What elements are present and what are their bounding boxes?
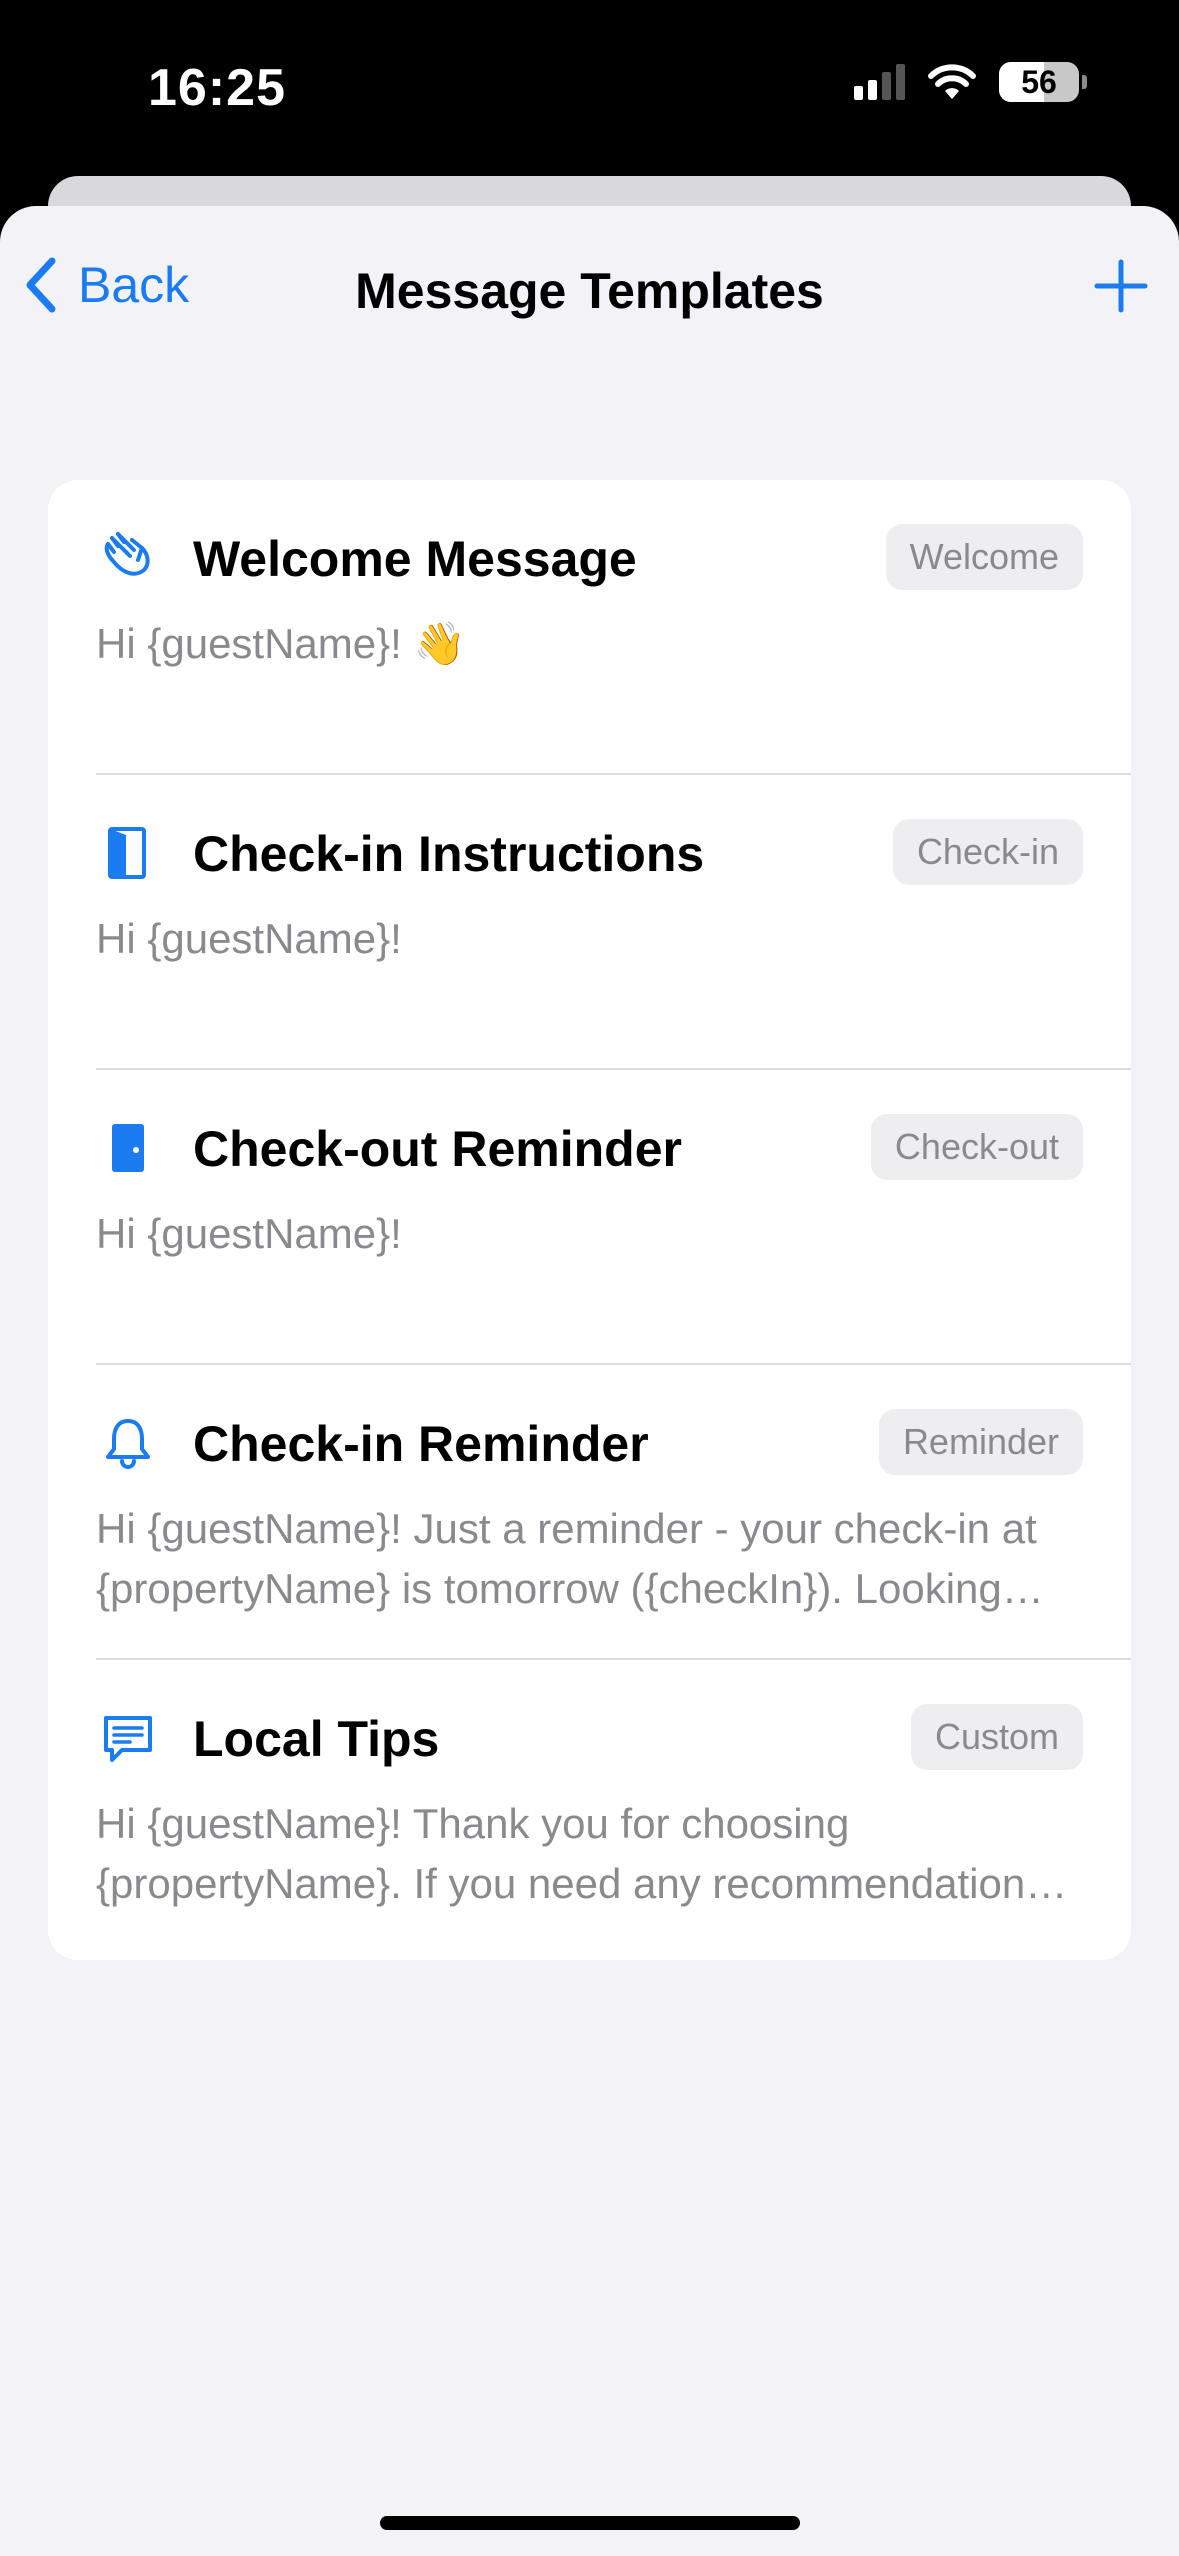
cellular-signal-icon	[854, 64, 905, 100]
message-text-icon	[104, 1716, 152, 1762]
template-title: Welcome Message	[193, 531, 637, 587]
template-row-welcome[interactable]: Welcome Message Welcome Hi {guestName}! …	[48, 480, 1131, 775]
category-badge: Check-out	[870, 1114, 1083, 1180]
template-preview: Hi {guestName}!	[96, 1210, 402, 1257]
waving-hand-icon	[104, 532, 150, 576]
template-row-check-in-reminder[interactable]: Check-in Reminder Reminder Hi {guestName…	[48, 1365, 1131, 1660]
template-preview: Hi {guestName}! 👋	[96, 620, 466, 667]
add-template-button[interactable]	[1093, 258, 1149, 314]
template-title: Local Tips	[193, 1711, 440, 1767]
wifi-icon	[928, 64, 976, 99]
template-row-check-out-reminder[interactable]: Check-out Reminder Check-out Hi {guestNa…	[48, 1070, 1131, 1365]
template-preview: Hi {guestName}! Just a reminder - your c…	[96, 1505, 1037, 1612]
template-row-check-in-instructions[interactable]: Check-in Instructions Check-in Hi {guest…	[48, 775, 1131, 1070]
message-templates-sheet: Back Message Templates Welcome Message W…	[0, 206, 1179, 2556]
status-bar: 16:25 56	[0, 0, 1179, 180]
battery-level: 56	[1021, 63, 1057, 100]
battery-icon: 56	[999, 62, 1087, 102]
category-badge: Check-in	[892, 819, 1083, 885]
template-title: Check-out Reminder	[193, 1121, 682, 1177]
category-badge: Custom	[910, 1704, 1083, 1770]
category-badge: Welcome	[885, 524, 1083, 590]
nav-bar: Back Message Templates	[0, 206, 1179, 376]
home-indicator[interactable]	[380, 2516, 800, 2530]
template-row-local-tips[interactable]: Local Tips Custom Hi {guestName}! Thank …	[48, 1660, 1131, 1955]
template-preview: Hi {guestName}! Thank you for choosing {…	[96, 1800, 1058, 1907]
category-badge: Reminder	[878, 1409, 1083, 1475]
page-title: Message Templates	[355, 263, 824, 319]
template-preview: Hi {guestName}!	[96, 915, 402, 962]
templates-list: Welcome Message Welcome Hi {guestName}! …	[48, 480, 1131, 1960]
door-open-icon	[108, 827, 146, 879]
door-closed-icon	[112, 1124, 144, 1172]
template-title: Check-in Reminder	[193, 1416, 649, 1472]
status-time: 16:25	[148, 59, 286, 117]
template-title: Check-in Instructions	[193, 826, 705, 882]
bell-icon	[106, 1419, 150, 1469]
status-icons: 56	[854, 62, 1087, 102]
